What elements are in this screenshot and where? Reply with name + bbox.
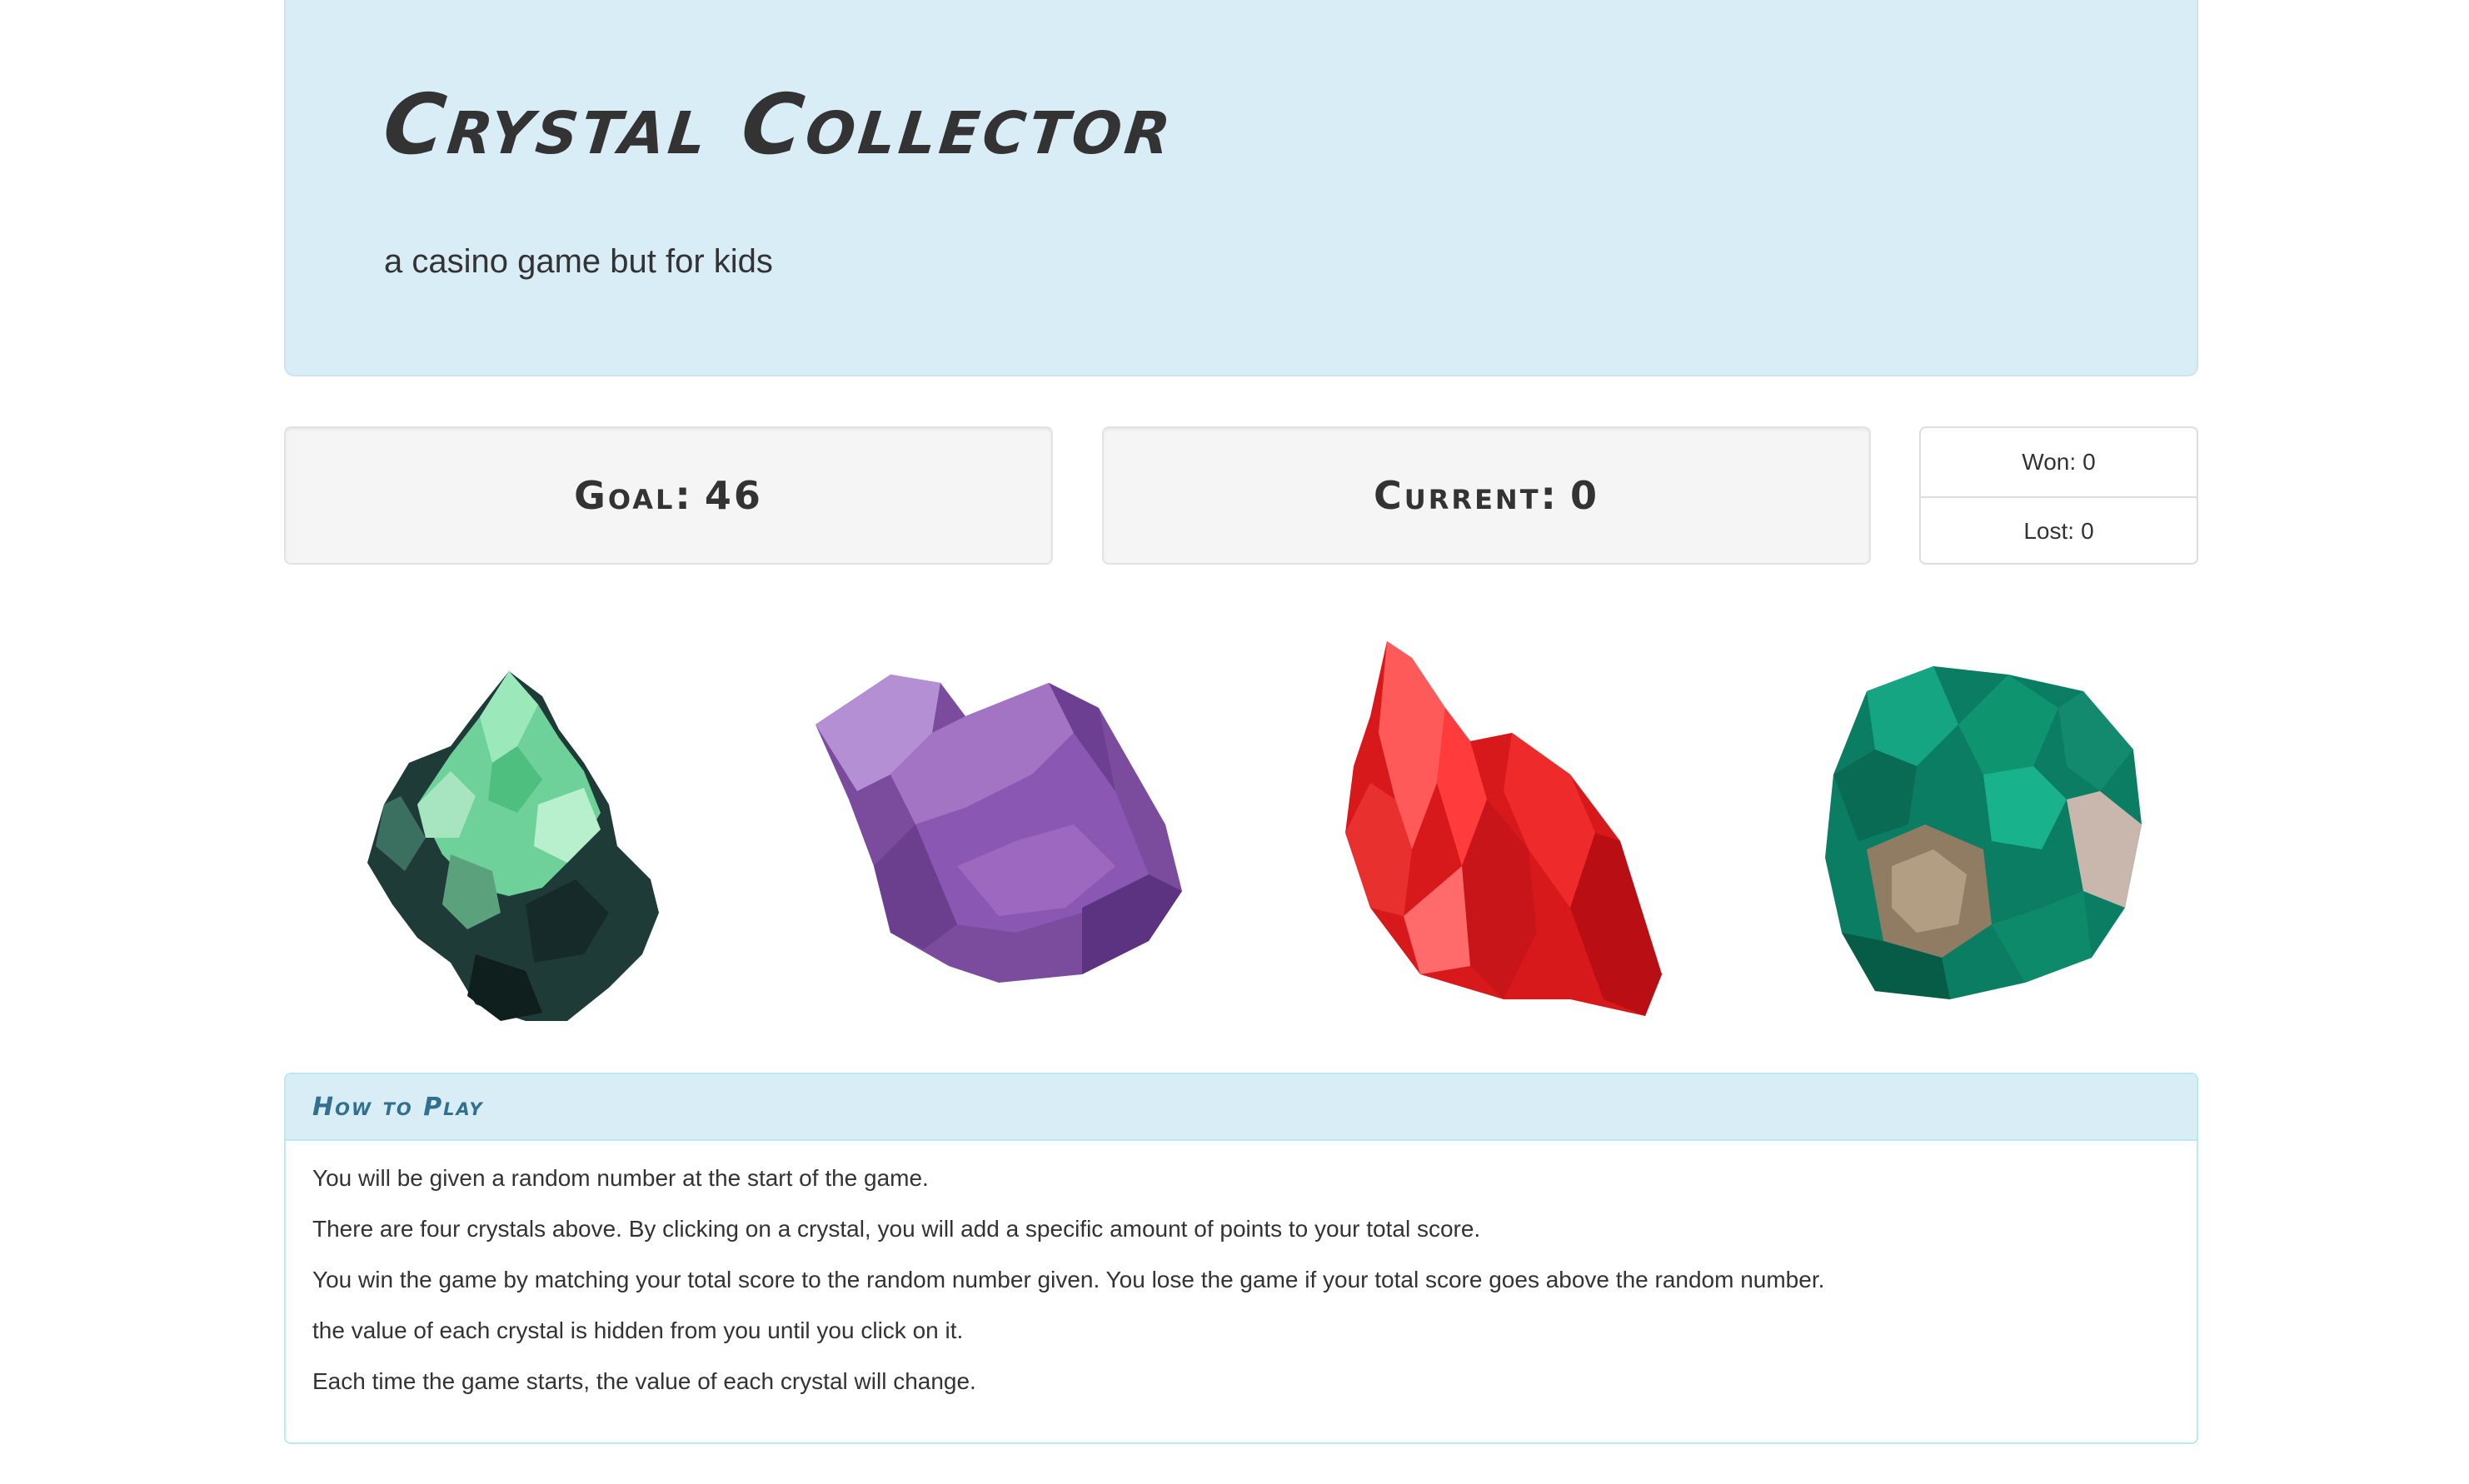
lost-row: Lost: 0 [1921,496,2197,565]
won-row: Won: 0 [1921,428,2197,496]
green-crystal-button[interactable] [334,638,684,1029]
how-to-play-panel: How to Play You will be given a random n… [284,1073,2198,1444]
instruction-line: the value of each crystal is hidden from… [312,1317,964,1343]
goal-value: 46 [704,473,763,518]
page-subtitle: a casino game but for kids [384,243,773,280]
teal-crystal-button[interactable] [1817,658,2150,999]
instruction-line: You will be given a random number at the… [312,1165,929,1191]
current-well: Current: 0 [1102,426,1871,565]
won-count: 0 [2082,449,2096,475]
lost-count: 0 [2081,518,2094,544]
purple-crystal-icon [816,675,1182,983]
panel-heading: How to Play [286,1074,2197,1141]
instruction-line: You win the game by matching your total … [312,1267,1825,1292]
current-value: 0 [1569,473,1599,518]
instruction-line: Each time the game starts, the value of … [312,1368,976,1394]
won-label: Won: [2022,449,2077,475]
lost-label: Lost: [2023,518,2075,544]
goal-well: Goal: 46 [284,426,1053,565]
purple-crystal-button[interactable] [799,658,1199,991]
panel-body: You will be given a random number at the… [286,1141,2197,1442]
goal-display: Goal: 46 [574,473,763,518]
page-container: Crystal Collector a casino game but for … [284,0,2198,1484]
goal-label: Goal: [574,473,693,518]
red-crystal-button[interactable] [1320,633,1670,1024]
page-title: Crystal Collector [378,76,1180,173]
instruction-line: There are four crystals above. By clicki… [312,1216,1481,1242]
red-crystal-icon [1345,641,1662,1016]
green-crystal-icon [367,671,659,1021]
teal-crystal-icon [1825,666,2142,999]
panel-title: How to Play [312,1092,484,1122]
current-display: Current: 0 [1374,473,1599,518]
current-label: Current: [1374,473,1559,518]
header-jumbotron: Crystal Collector a casino game but for … [284,0,2198,376]
win-loss-record: Won: 0 Lost: 0 [1919,426,2198,565]
